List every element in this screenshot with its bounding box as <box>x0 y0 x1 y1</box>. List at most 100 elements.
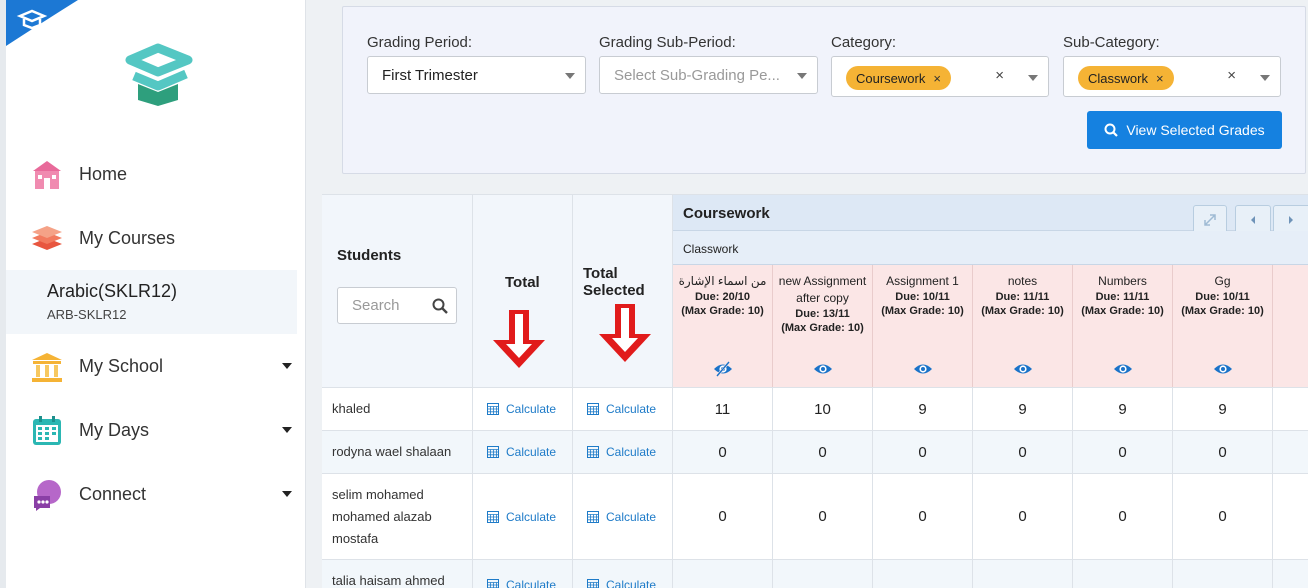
assignment-header[interactable]: Gg Due: 10/11 (Max Grade: 10) <box>1173 265 1273 387</box>
calculator-icon <box>487 446 499 458</box>
grade-cell[interactable]: 9 <box>1073 388 1173 430</box>
chevron-down-icon[interactable] <box>282 363 292 369</box>
assignment-header[interactable]: new Assignment after copy Due: 13/11 (Ma… <box>773 265 873 387</box>
calculate-total-selected-link[interactable]: Calculate <box>573 578 656 588</box>
calculate-label: Calculate <box>506 402 557 416</box>
grade-cell[interactable] <box>873 560 973 588</box>
grade-cell[interactable]: 0 <box>773 474 873 559</box>
chevron-down-icon[interactable] <box>282 491 292 497</box>
assignment-due: Due: 10/11 <box>895 291 950 303</box>
search-icon[interactable] <box>432 298 448 314</box>
category-label: Category: <box>831 34 897 51</box>
assignment-header[interactable]: Numbers Due: 11/11 (Max Grade: 10) <box>1073 265 1173 387</box>
grade-cell[interactable] <box>773 560 873 588</box>
grade-cell[interactable]: 0 <box>1173 431 1273 473</box>
calculate-total-selected-link[interactable]: Calculate <box>573 510 656 524</box>
grade-cell[interactable]: 0 <box>973 431 1073 473</box>
nav-home[interactable]: Home <box>6 144 306 204</box>
grade-cell[interactable]: 0 <box>873 431 973 473</box>
grade-cell[interactable]: 0 <box>773 431 873 473</box>
grade-value: 0 <box>818 508 827 525</box>
grade-cell[interactable]: 9 <box>873 388 973 430</box>
nav-my-courses[interactable]: My Courses <box>6 208 306 268</box>
grade-value: 10 <box>814 400 831 418</box>
student-name-cell: rodyna wael shalaan <box>322 431 473 473</box>
calculate-total-link[interactable]: Calculate <box>473 402 556 416</box>
view-selected-grades-button[interactable]: View Selected Grades <box>1087 111 1282 149</box>
total-header: Total <box>473 195 573 387</box>
grade-cell[interactable]: 10 <box>773 388 873 430</box>
chevron-right-icon <box>1289 216 1293 224</box>
course-item-arabic[interactable]: Arabic(SKLR12) ARB-SKLR12 <box>6 270 297 334</box>
eye-slash-icon[interactable] <box>713 361 733 377</box>
remove-tag-icon[interactable]: × <box>1156 71 1164 86</box>
sub-period-select[interactable]: Select Sub-Grading Pe... <box>599 56 818 94</box>
arrow-down-icon <box>599 304 651 362</box>
assignment-header[interactable]: T Du (Max <box>1273 265 1308 387</box>
remove-tag-icon[interactable]: × <box>933 71 941 86</box>
student-search-input[interactable] <box>338 288 428 323</box>
eye-icon[interactable] <box>1013 361 1033 377</box>
student-search-box[interactable] <box>337 287 457 324</box>
eye-icon[interactable] <box>913 361 933 377</box>
eye-icon[interactable] <box>813 361 833 377</box>
eye-icon[interactable] <box>1113 361 1133 377</box>
calculate-total-selected-link[interactable]: Calculate <box>573 445 656 459</box>
total-selected-title: Total Selected <box>583 265 645 299</box>
assignment-name: Numbers <box>1098 274 1147 288</box>
calculate-total-link[interactable]: Calculate <box>473 445 556 459</box>
chevron-left-icon <box>1251 216 1255 224</box>
nav-connect[interactable]: Connect <box>6 464 306 524</box>
grade-cell[interactable]: 0 <box>973 474 1073 559</box>
calculate-total-selected-link[interactable]: Calculate <box>573 402 656 416</box>
grade-cell[interactable] <box>1173 560 1273 588</box>
grading-period-value: First Trimester <box>382 67 478 84</box>
grade-cell[interactable]: 0 <box>873 474 973 559</box>
grade-cell[interactable] <box>1273 431 1308 473</box>
arrow-down-icon <box>493 310 545 368</box>
calculate-total-link[interactable]: Calculate <box>473 578 556 588</box>
assignment-header[interactable]: Assignment 1 Due: 10/11 (Max Grade: 10) <box>873 265 973 387</box>
calculate-total-link[interactable]: Calculate <box>473 510 556 524</box>
grade-cell[interactable] <box>1273 388 1308 430</box>
category-select[interactable]: Coursework × × <box>831 56 1049 97</box>
clear-icon[interactable]: × <box>1227 67 1236 84</box>
grading-period-select[interactable]: First Trimester <box>367 56 586 94</box>
clear-icon[interactable]: × <box>995 67 1004 84</box>
calculate-label: Calculate <box>506 445 557 459</box>
app-corner-logo-icon[interactable] <box>6 0 78 46</box>
nav-connect-label: Connect <box>79 483 147 504</box>
eye-icon[interactable] <box>1213 361 1233 377</box>
sub-category-select[interactable]: Classwork × × <box>1063 56 1281 97</box>
assignment-header[interactable]: من اسماء الإشارة Due: 20/10 (Max Grade: … <box>673 265 773 387</box>
grade-cell[interactable]: 9 <box>1173 388 1273 430</box>
grade-cell[interactable] <box>673 560 773 588</box>
grade-cell[interactable] <box>1273 474 1308 559</box>
assignment-due: Due: 20/10 <box>694 291 751 303</box>
nav-my-school[interactable]: My School <box>6 336 306 396</box>
student-name-cell: khaled <box>322 388 473 430</box>
grade-cell[interactable]: 0 <box>1173 474 1273 559</box>
grade-cell[interactable] <box>973 560 1073 588</box>
grade-value: 0 <box>1018 443 1027 461</box>
grade-cell[interactable]: 0 <box>673 474 773 559</box>
sub-category-tag: Classwork × <box>1078 66 1174 90</box>
grade-cell[interactable]: 0 <box>1073 431 1173 473</box>
grade-cell[interactable]: 9 <box>973 388 1073 430</box>
chevron-down-icon[interactable] <box>282 427 292 433</box>
assignment-name: Gg <box>1214 274 1231 288</box>
grade-value: 0 <box>918 508 927 525</box>
course-name: Arabic(SKLR12) <box>47 281 178 301</box>
nav-my-days[interactable]: My Days <box>6 400 306 460</box>
grade-cell[interactable]: 0 <box>1073 474 1173 559</box>
calculator-icon <box>487 510 499 523</box>
grade-cell[interactable] <box>1273 560 1308 588</box>
grade-value: 0 <box>1018 508 1027 525</box>
chevron-down-icon <box>1260 75 1270 81</box>
assignment-header[interactable]: notes Due: 11/11 (Max Grade: 10) <box>973 265 1073 387</box>
grade-cell[interactable]: 11 <box>673 388 773 430</box>
search-icon <box>1104 123 1119 137</box>
grade-cell[interactable]: 0 <box>673 431 773 473</box>
grade-cell[interactable] <box>1073 560 1173 588</box>
total-selected-cell: Calculate <box>573 388 673 430</box>
